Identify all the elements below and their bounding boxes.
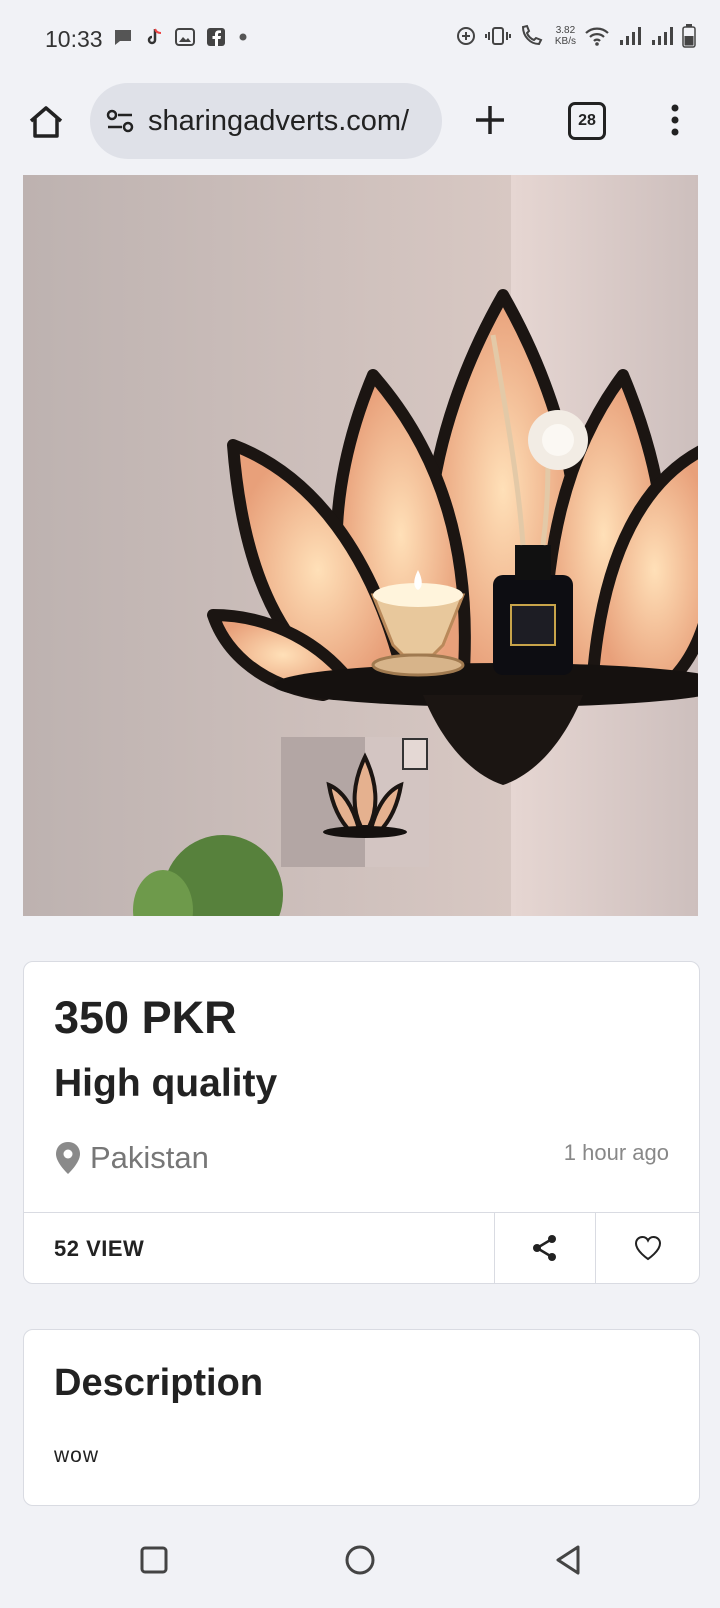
net-speed-unit: KB/s (554, 36, 576, 47)
system-indicators: 3.82 KB/s (455, 24, 696, 48)
location-pin-icon (56, 1142, 80, 1174)
share-icon (533, 1235, 556, 1261)
image-thumbnail[interactable] (281, 737, 429, 867)
net-speed: 3.82 KB/s (555, 25, 576, 47)
tiktok-icon (147, 28, 162, 45)
system-nav-bar (0, 1518, 720, 1608)
volte-call-icon (521, 24, 543, 46)
new-tab-icon[interactable] (470, 100, 510, 140)
status-time: 10:33 (45, 26, 103, 52)
description-card: Description wow (23, 1329, 700, 1506)
gallery-icon (175, 28, 195, 46)
share-button[interactable] (494, 1213, 595, 1283)
description-heading: Description (54, 1362, 264, 1404)
vibrate-icon (484, 27, 511, 45)
favorite-button[interactable] (595, 1213, 700, 1283)
battery-icon (682, 24, 696, 48)
data-saver-icon (456, 27, 475, 45)
home-icon[interactable] (26, 102, 66, 142)
url-text[interactable]: sharingadverts.com/ (148, 105, 428, 138)
thumbnail-preview (281, 737, 429, 867)
listing-price: 350 PKR (54, 992, 237, 1043)
status-bar: 10:33 3.82 KB/s (0, 0, 720, 82)
site-settings-icon[interactable] (104, 105, 136, 137)
signal-1-icon (620, 27, 641, 45)
posted-time: 1 hour ago (563, 1140, 669, 1165)
facebook-icon (207, 28, 225, 46)
view-count: 52 VIEW (54, 1236, 145, 1261)
listing-title: High quality (54, 1062, 278, 1105)
listing-info-card: 350 PKR High quality Pakistan 1 hour ago… (23, 961, 700, 1284)
location-text: Pakistan (90, 1140, 209, 1175)
signal-2-icon (652, 27, 673, 45)
tab-count: 28 (578, 112, 596, 129)
listing-location: Pakistan (54, 1140, 209, 1176)
browser-toolbar: sharingadverts.com/ 28 (0, 82, 720, 174)
notification-icons (112, 26, 250, 48)
wifi-icon (585, 27, 609, 46)
heart-icon (634, 1235, 662, 1261)
description-body: wow (54, 1444, 100, 1467)
recents-icon[interactable] (134, 1540, 174, 1580)
more-vert-icon[interactable] (665, 100, 685, 140)
chat-bubble-icon (115, 30, 131, 45)
address-bar[interactable]: sharingadverts.com/ (90, 83, 442, 159)
dot-icon (239, 33, 247, 41)
back-icon[interactable] (548, 1540, 588, 1580)
net-speed-value: 3.82 (555, 25, 576, 36)
home-circle-icon[interactable] (340, 1540, 380, 1580)
tabs-icon[interactable]: 28 (568, 102, 606, 140)
